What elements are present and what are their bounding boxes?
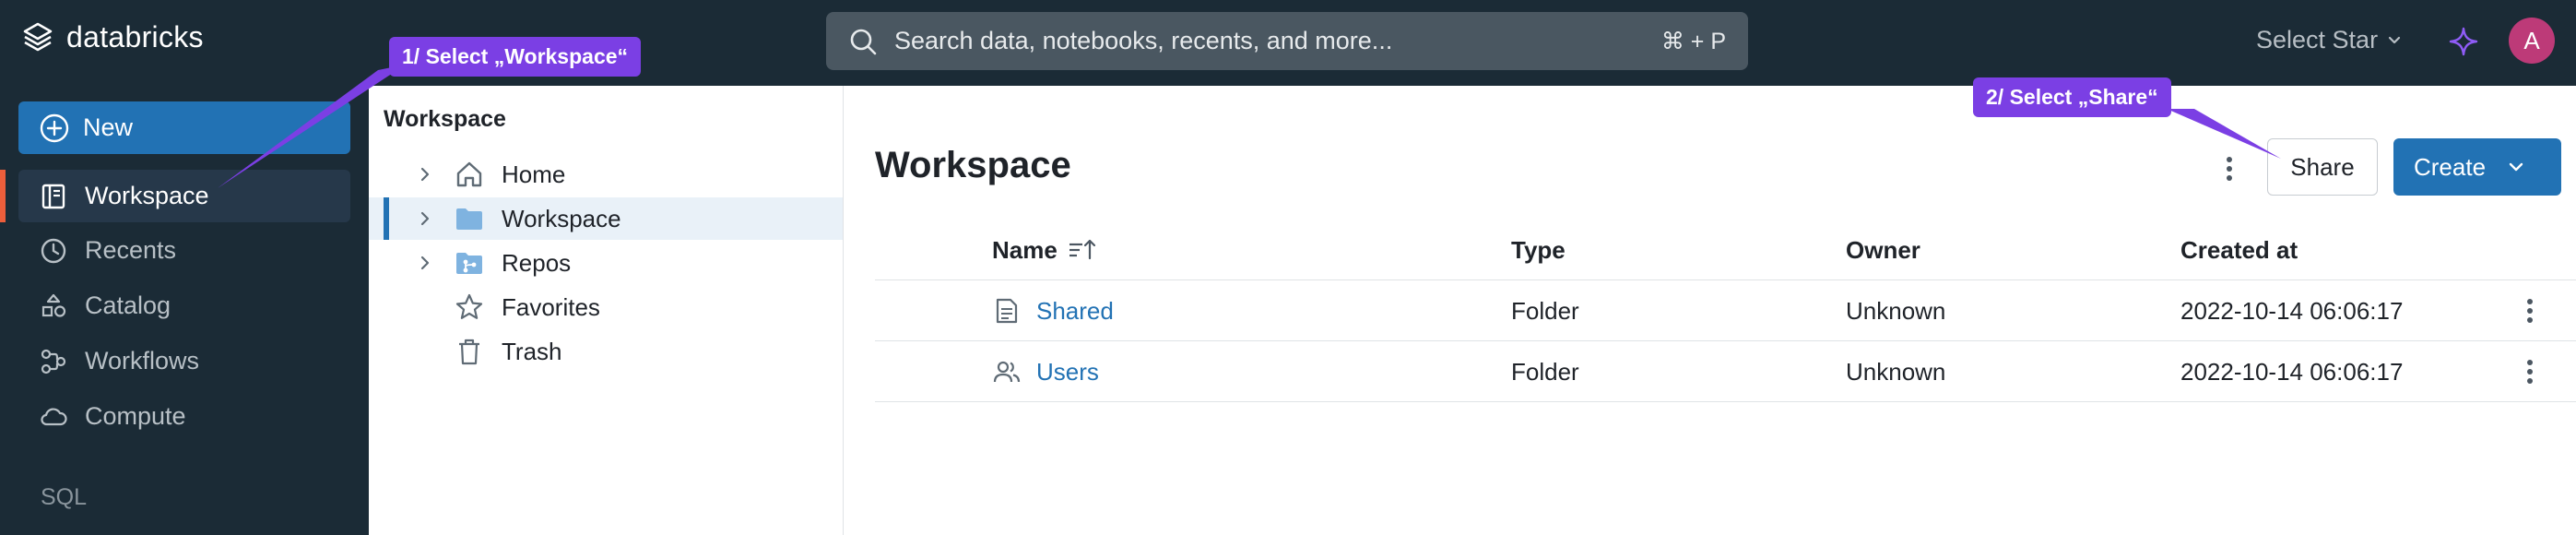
new-button[interactable]: New [18,101,350,154]
star-icon [455,293,483,319]
workspace-switcher-label: Select Star [2256,26,2379,54]
tree-item-workspace[interactable]: Workspace [369,197,843,240]
workspace-tree: Workspace Home Workspace Repos Favorites [369,86,844,535]
sidebar-item-recents[interactable]: Recents [18,224,350,277]
tree-item-label: Favorites [502,292,600,321]
more-options-icon[interactable] [2516,295,2544,327]
active-nav-marker [0,170,6,222]
tree-item-favorites[interactable]: Favorites [369,286,843,328]
tree-item-trash[interactable]: Trash [369,330,843,373]
sidebar-item-catalog[interactable]: Catalog [18,279,350,332]
chevron-right-icon[interactable] [415,208,435,229]
name-cell: Shared [992,280,1114,341]
sidebar-item-compute[interactable]: Compute [18,390,350,443]
column-header-created[interactable]: Created at [2180,220,2298,280]
sidebar-item-label: Recents [85,236,177,264]
row-name-link[interactable]: Shared [1036,297,1114,326]
tree-item-label: Workspace [502,204,621,232]
tree-item-home[interactable]: Home [369,153,843,196]
files-table: Name Type Owner Created at Shared Folder… [875,220,2576,402]
chevron-down-icon [2388,36,2401,43]
search-input[interactable]: Search data, notebooks, recents, and mor… [826,12,1748,70]
workspace-icon [41,184,65,208]
more-options-icon[interactable] [2516,356,2544,387]
repos-folder-icon [456,253,482,274]
sidebar-item-label: Workflows [85,347,200,374]
home-icon [456,161,482,187]
sidebar-item-label: Compute [85,402,186,430]
sidebar: New Workspace Recents Catalog Workflows … [0,86,369,535]
row-type: Folder [1511,357,1579,386]
sidebar-item-workflows[interactable]: Workflows [18,335,350,387]
sidebar-item-label: Catalog [85,291,171,319]
row-name-link[interactable]: Users [1036,358,1099,386]
callout-step-2: 2/ Select „Share“ [1973,77,2171,117]
row-menu[interactable] [2516,341,2544,402]
column-header-owner[interactable]: Owner [1846,220,1920,280]
callout-step-1: 1/ Select „Workspace“ [389,37,642,77]
table-header: Name Type Owner Created at [875,220,2576,280]
users-folder-icon [993,361,1021,383]
chevron-right-icon[interactable] [415,253,435,273]
search-icon [850,29,877,54]
databricks-logo[interactable]: databricks [22,20,204,54]
table-row[interactable]: Shared Folder Unknown 2022-10-14 06:06:1… [875,280,2576,341]
tree-item-label: Home [502,160,566,188]
cloud-icon [41,407,67,425]
trash-icon [459,339,479,365]
table-row[interactable]: Users Folder Unknown 2022-10-14 06:06:17 [875,341,2576,402]
catalog-icon [41,293,66,317]
clock-icon [41,238,66,263]
sort-ascending-icon[interactable] [1067,236,1098,264]
row-menu[interactable] [2516,280,2544,341]
row-type: Folder [1511,296,1579,325]
share-button[interactable]: Share [2267,138,2378,196]
main-panel: Workspace Home Workspace Repos Favorites [369,86,2576,535]
workflows-icon [41,349,66,374]
tree-title: Workspace [384,106,506,132]
shared-folder-icon [996,298,1018,324]
tree-item-label: Repos [502,248,572,277]
plus-circle-icon [40,113,69,142]
assistant-sparkle-icon[interactable] [2448,26,2479,57]
tree-item-repos[interactable]: Repos [369,242,843,284]
chevron-down-icon [2509,162,2523,172]
page-title: Workspace [875,145,1071,185]
row-created: 2022-10-14 06:06:17 [2180,357,2404,386]
workspace-switcher[interactable]: Select Star [2256,26,2404,54]
column-header-name[interactable]: Name [992,220,1098,280]
create-button[interactable]: Create [2393,138,2561,196]
logo-text: databricks [66,20,204,54]
avatar[interactable]: A [2509,18,2555,64]
row-owner: Unknown [1846,296,1946,325]
name-cell: Users [992,341,1099,402]
row-owner: Unknown [1846,357,1946,386]
search-shortcut: ⌘ + P [1660,28,1726,54]
folder-icon [456,208,482,230]
sidebar-item-workspace[interactable]: Workspace [18,170,350,222]
create-button-label: Create [2414,152,2487,181]
chevron-right-icon[interactable] [415,164,435,184]
search-placeholder: Search data, notebooks, recents, and mor… [894,27,1393,54]
top-bar: databricks Search data, notebooks, recen… [0,0,2576,86]
row-created: 2022-10-14 06:06:17 [2180,296,2404,325]
databricks-logo-icon [23,22,53,51]
more-options-icon[interactable] [2211,150,2248,187]
new-button-label: New [83,113,134,141]
sidebar-section-sql: SQL [41,484,88,510]
column-header-type[interactable]: Type [1511,220,1566,280]
tree-item-label: Trash [502,337,562,365]
sidebar-item-label: Workspace [85,182,209,209]
